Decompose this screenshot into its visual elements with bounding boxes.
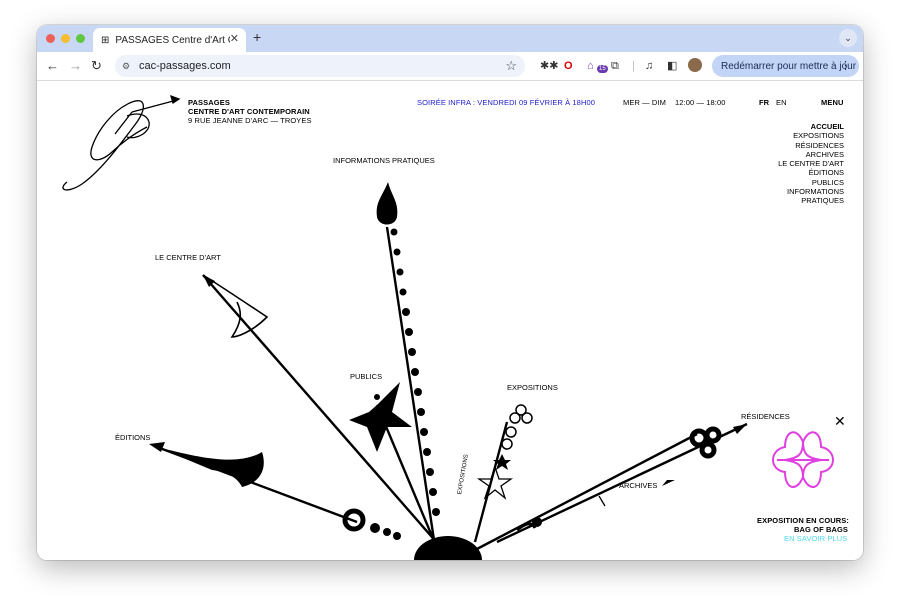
site-settings-icon[interactable]: ⚙ [122,60,134,72]
announcement-link[interactable]: SOIRÉE INFRA : VENDREDI 09 FÉVRIER À 18H… [417,98,595,107]
menu-item-editions[interactable]: ÉDITIONS [778,168,844,177]
side-menu: ACCUEIL EXPOSITIONS RÉSIDENCES ARCHIVES … [778,122,844,206]
menu-item-residences[interactable]: RÉSIDENCES [778,141,844,150]
browser-toolbar: ← → ↻ ⚙ cac-passages.com ☆ ✱✱ O ⌂ 15 ⧉ |… [37,52,863,81]
drop-icon[interactable] [376,182,398,225]
update-button-label: Redémarrer pour mettre à jour [721,60,857,72]
site-name: PASSAGES [188,98,230,107]
reload-icon[interactable]: ↻ [91,58,102,74]
menu-item-expositions[interactable]: EXPOSITIONS [778,131,844,140]
compass-label-publics[interactable]: PUBLICS [350,372,382,381]
maximize-window-button[interactable] [76,34,85,43]
tab-bar: ⊞ PASSAGES Centre d'Art Cont ✕ + ⌄ [37,25,863,52]
close-exhibition-icon[interactable]: ✕ [834,413,846,430]
tab-passages[interactable]: ⊞ PASSAGES Centre d'Art Cont ✕ [93,28,246,52]
opera-extension-icon[interactable]: O [564,59,573,73]
menu-toggle[interactable]: MENU [821,98,843,107]
update-button[interactable]: Redémarrer pour mettre à jour ⋮ [712,55,859,77]
toolbar-divider: | [632,60,635,72]
compass-label-editions[interactable]: ÉDITIONS [115,433,150,442]
menu-item-archives[interactable]: ARCHIVES [778,150,844,159]
tab-search-chevron-icon[interactable]: ⌄ [839,29,857,47]
kebab-menu-icon[interactable]: ⋮ [840,59,851,72]
compass-label-residences[interactable]: RÉSIDENCES [741,412,790,421]
puzzle-extensions-icon[interactable]: ⧉ [611,59,619,73]
page-content: PASSAGES CENTRE D'ART CONTEMPORAIN 9 RUE… [37,82,863,560]
lang-en[interactable]: EN [776,98,787,107]
exhibition-label: EXPOSITION EN COURS: [757,516,850,525]
passages-logo-icon[interactable] [62,94,181,191]
menu-item-pratiques[interactable]: PRATIQUES [778,196,844,205]
menu-item-publics[interactable]: PUBLICS [778,178,844,187]
extension-badge: 15 [597,65,608,73]
menu-item-informations[interactable]: INFORMATIONS [778,187,844,196]
site-favicon-icon: ⊞ [101,34,110,46]
media-control-icon[interactable]: ♫ [645,59,653,73]
compass-label-expositions[interactable]: EXPOSITIONS [507,383,558,392]
close-tab-icon[interactable]: ✕ [230,32,239,45]
compass-label-archives[interactable]: ARCHIVES [619,481,657,490]
site-address: 9 RUE JEANNE D'ARC — TROYES [188,116,312,125]
compass-illustration [62,94,834,560]
calendar-extension-icon[interactable]: ⌂ [587,59,594,73]
password-extension-icon[interactable]: ✱✱ [540,59,558,73]
opening-days: MER — DIM [623,98,666,107]
new-tab-icon[interactable]: + [253,29,261,45]
compass-label-info[interactable]: INFORMATIONS PRATIQUES [333,156,435,165]
back-icon[interactable]: ← [46,58,59,74]
bag-of-bags-logo-icon[interactable] [772,431,834,488]
opening-hours: 12:00 — 18:00 [675,98,726,107]
side-panel-icon[interactable]: ◧ [667,59,677,73]
site-subtitle: CENTRE D'ART CONTEMPORAIN [188,107,310,116]
exhibition-title: BAG OF BAGS [794,525,849,534]
tab-title: PASSAGES Centre d'Art Cont [115,34,230,46]
profile-avatar[interactable] [688,58,702,72]
residences-trefoil-icon[interactable] [689,426,722,459]
exhibition-cta-link[interactable]: EN SAVOIR PLUS [784,534,847,543]
minimize-window-button[interactable] [61,34,70,43]
publics-star-icon[interactable] [349,382,412,452]
menu-item-accueil[interactable]: ACCUEIL [778,122,844,131]
menu-item-centre[interactable]: LE CENTRE D'ART [778,159,844,168]
forward-icon[interactable]: → [69,58,82,74]
bookmark-star-icon[interactable]: ☆ [505,58,517,74]
compass-label-centre[interactable]: LE CENTRE D'ART [155,253,221,262]
close-window-button[interactable] [46,34,55,43]
browser-window: ⊞ PASSAGES Centre d'Art Cont ✕ + ⌄ ← → ↻… [37,25,863,560]
compass-hub-icon [414,536,482,560]
url-text: cac-passages.com [139,60,231,72]
address-bar[interactable]: ⚙ cac-passages.com ☆ [115,55,525,77]
lang-fr[interactable]: FR [759,98,769,107]
editions-arrowhead-icon [157,447,264,487]
